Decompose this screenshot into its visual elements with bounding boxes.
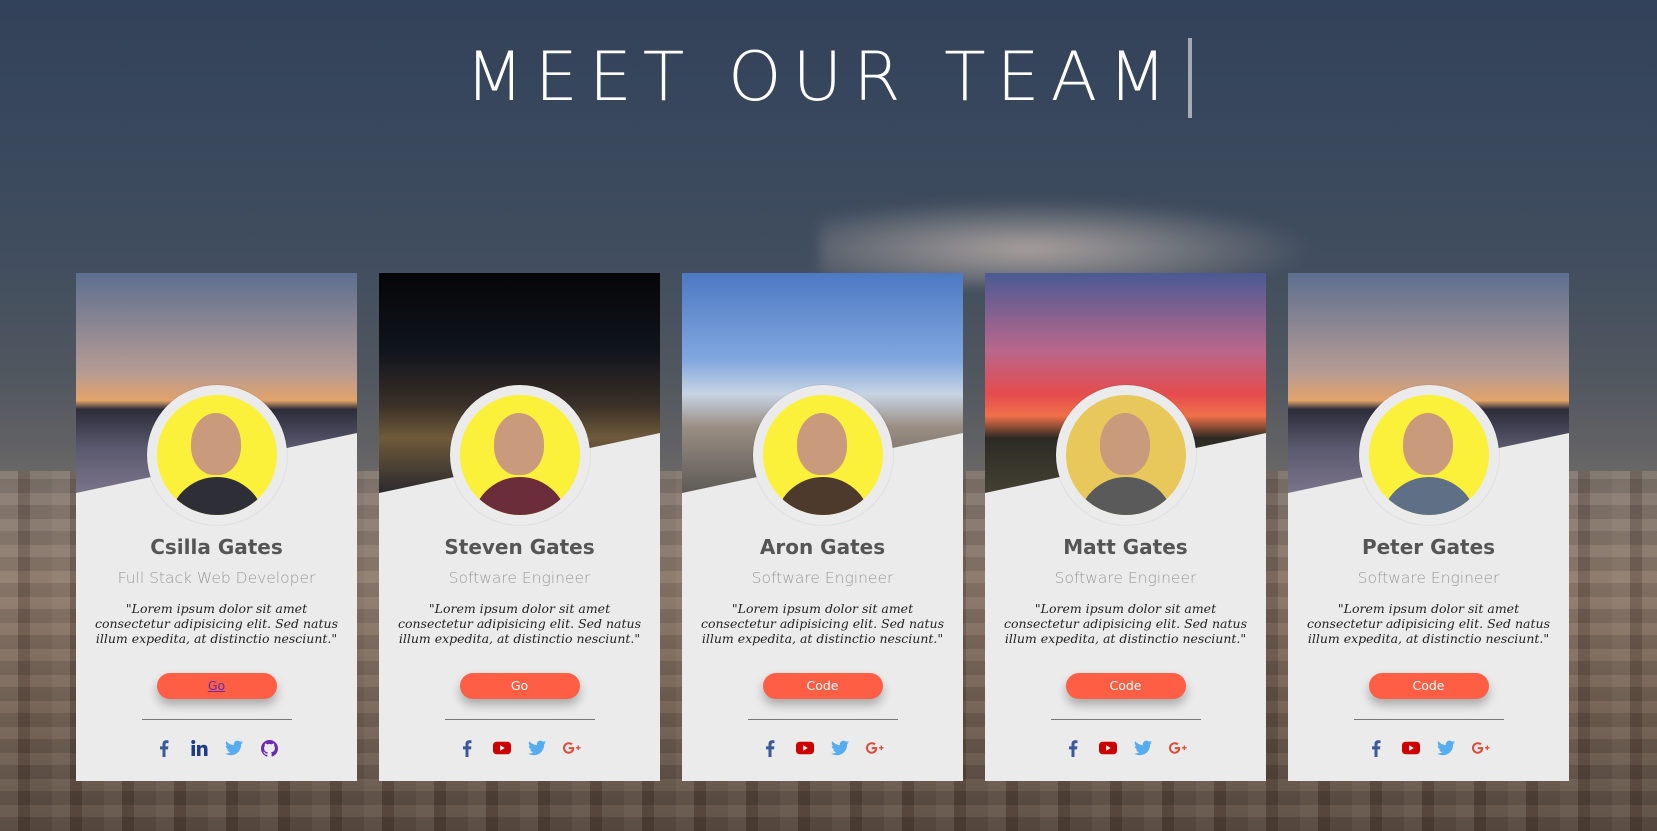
team-card: Csilla Gates Full Stack Web Developer "L… [76,273,357,781]
divider [1050,719,1201,720]
go-button[interactable]: Go [156,673,277,699]
member-quote: "Lorem ipsum dolor sit amet consectetur … [397,601,641,646]
google-plus-icon[interactable] [563,739,581,757]
member-role: Software Engineer [448,569,591,587]
avatar [156,395,277,515]
twitter-icon[interactable] [528,739,546,757]
member-name: Steven Gates [444,535,595,559]
member-quote: "Lorem ipsum dolor sit amet consectetur … [1306,601,1550,646]
member-role: Software Engineer [751,569,894,587]
code-button[interactable]: Code [1065,673,1186,699]
team-card: Peter Gates Software Engineer "Lorem ips… [1288,273,1569,781]
youtube-icon[interactable] [1099,739,1117,757]
team-card: Aron Gates Software Engineer "Lorem ipsu… [682,273,963,781]
google-plus-icon[interactable] [1472,739,1490,757]
background-cloud [820,195,1340,285]
youtube-icon[interactable] [493,739,511,757]
go-button[interactable]: Go [459,673,580,699]
avatar [459,395,580,515]
facebook-icon[interactable] [155,739,173,757]
member-role: Full Stack Web Developer [117,569,316,587]
youtube-icon[interactable] [796,739,814,757]
twitter-icon[interactable] [1437,739,1455,757]
avatar-frame [146,385,287,525]
facebook-icon[interactable] [761,739,779,757]
avatar-frame [1358,385,1499,525]
avatar-frame [752,385,893,525]
page-title: MEET OUR TEAM [465,38,1192,118]
google-plus-icon[interactable] [1169,739,1187,757]
divider [747,719,898,720]
member-name: Aron Gates [759,535,886,559]
facebook-icon[interactable] [458,739,476,757]
code-button[interactable]: Code [762,673,883,699]
social-links [1288,739,1569,757]
facebook-icon[interactable] [1367,739,1385,757]
google-plus-icon[interactable] [866,739,884,757]
code-button[interactable]: Code [1368,673,1489,699]
social-links [985,739,1266,757]
divider [444,719,595,720]
member-role: Software Engineer [1054,569,1197,587]
github-icon[interactable] [260,739,278,757]
member-quote: "Lorem ipsum dolor sit amet consectetur … [94,601,338,646]
avatar [762,395,883,515]
twitter-icon[interactable] [1134,739,1152,757]
social-links [379,739,660,757]
team-card: Steven Gates Software Engineer "Lorem ip… [379,273,660,781]
member-quote: "Lorem ipsum dolor sit amet consectetur … [1003,601,1247,646]
member-name: Csilla Gates [150,535,283,559]
avatar [1065,395,1186,515]
avatar-frame [1055,385,1196,525]
divider [1353,719,1504,720]
social-links [76,739,357,757]
member-quote: "Lorem ipsum dolor sit amet consectetur … [700,601,944,646]
member-role: Software Engineer [1357,569,1500,587]
team-cards: Csilla Gates Full Stack Web Developer "L… [76,273,1569,781]
social-links [682,739,963,757]
twitter-icon[interactable] [831,739,849,757]
member-name: Matt Gates [1063,535,1188,559]
linkedin-icon[interactable] [190,739,208,757]
member-name: Peter Gates [1361,535,1496,559]
team-card: Matt Gates Software Engineer "Lorem ipsu… [985,273,1266,781]
avatar-frame [449,385,590,525]
twitter-icon[interactable] [225,739,243,757]
divider [141,719,292,720]
header: MEET OUR TEAM [0,38,1657,118]
youtube-icon[interactable] [1402,739,1420,757]
avatar [1368,395,1489,515]
facebook-icon[interactable] [1064,739,1082,757]
